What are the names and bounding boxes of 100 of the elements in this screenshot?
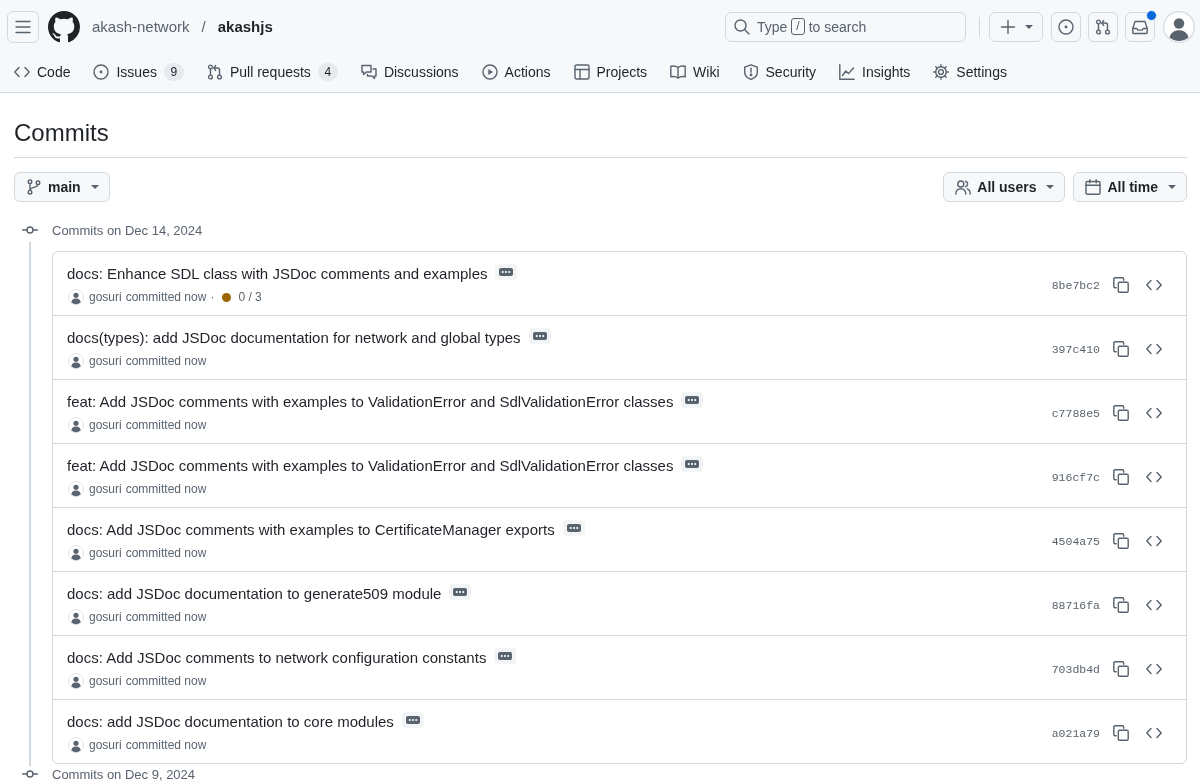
author-link[interactable]: gosuri: [89, 290, 122, 304]
time-filter-button[interactable]: All time: [1073, 172, 1187, 202]
branch-button[interactable]: main: [14, 172, 110, 202]
repo-link[interactable]: akashjs: [217, 18, 273, 35]
ellipsis-button[interactable]: [528, 328, 551, 344]
commit-title[interactable]: docs: Add JSDoc comments to network configuration constants: [67, 647, 487, 669]
code-icon: [14, 64, 30, 80]
copy-icon: [1113, 277, 1129, 293]
avatar-icon: [68, 289, 84, 305]
users-filter-button[interactable]: All users: [943, 172, 1066, 202]
caret-icon: [1046, 183, 1055, 191]
speech-bubbles-icon: [360, 64, 377, 80]
nav-tab[interactable]: Code: [6, 56, 79, 88]
avatar-icon: [68, 737, 84, 753]
issues-button[interactable]: [1051, 11, 1081, 42]
code-icon: [1146, 533, 1162, 549]
copy-icon: [1113, 341, 1129, 357]
search-hint: Type: [757, 18, 788, 35]
ellipsis-icon: [453, 585, 468, 599]
book-icon: [670, 64, 687, 80]
nav-tab[interactable]: Security: [734, 56, 825, 88]
commit-title[interactable]: docs: Add JSDoc comments with examples to CertificateManager exports: [67, 519, 555, 541]
avatar-button[interactable]: [1163, 10, 1195, 43]
ellipsis-icon: [532, 329, 547, 343]
calendar-icon: [1085, 179, 1102, 195]
nav-tab[interactable]: Issues 9: [85, 56, 192, 88]
commit-hash[interactable]: 397c410: [1051, 342, 1100, 356]
pull-request-icon: [206, 64, 223, 80]
commit-hash[interactable]: 4504a75: [1051, 534, 1100, 548]
copy-icon: [1113, 597, 1129, 613]
nav-tab[interactable]: Wiki: [662, 56, 728, 88]
code-icon: [1146, 597, 1162, 613]
inbox-button[interactable]: [1125, 11, 1155, 42]
commit-hash[interactable]: 88716fa: [1051, 598, 1100, 612]
commit-hash[interactable]: 703db4d: [1051, 662, 1100, 676]
code-icon: [1146, 341, 1162, 357]
create-button[interactable]: [989, 11, 1043, 42]
menu-icon: [15, 18, 31, 35]
ellipsis-button[interactable]: [494, 648, 517, 664]
ellipsis-icon: [685, 393, 700, 407]
ellipsis-icon: [498, 649, 513, 663]
pull-requests-button[interactable]: [1088, 11, 1118, 42]
commit-time: committed now: [125, 738, 207, 752]
avatar-icon: [68, 545, 84, 561]
inbox-icon: [1132, 18, 1148, 35]
author-link[interactable]: gosuri: [89, 546, 122, 560]
ellipsis-icon: [405, 713, 420, 727]
checks-count[interactable]: 0 / 3: [238, 290, 262, 304]
commit-time: committed now: [125, 674, 207, 688]
commit-title[interactable]: docs(types): add JSDoc documentation for network and global types: [67, 327, 521, 349]
commit-title[interactable]: docs: add JSDoc documentation to core modules: [67, 711, 394, 733]
author-link[interactable]: gosuri: [89, 482, 122, 496]
commit-title[interactable]: docs: Enhance SDL class with JSDoc comments and examples: [67, 263, 488, 285]
menu-button[interactable]: [7, 10, 39, 43]
copy-icon: [1113, 405, 1129, 421]
ellipsis-icon: [685, 457, 700, 471]
ellipsis-button[interactable]: [449, 584, 472, 600]
commit-time: committed now: [125, 354, 207, 368]
nav-tab[interactable]: Insights: [831, 56, 919, 88]
nav-tab[interactable]: Pull requests 4: [198, 56, 346, 88]
circle-dot-icon: [93, 64, 110, 80]
commit-title[interactable]: feat: Add JSDoc comments with examples to ValidationError and SdlValidationError classes: [67, 391, 674, 413]
date-heading: Commits on Dec 9, 2024: [52, 766, 196, 781]
people-icon: [955, 179, 972, 195]
commit-title[interactable]: docs: add JSDoc documentation to generate509 module: [67, 583, 442, 605]
commit-hash[interactable]: c7788e5: [1051, 406, 1100, 420]
counter: 4: [317, 63, 338, 81]
ellipsis-button[interactable]: [681, 392, 704, 408]
commit-time: committed now: [125, 610, 207, 624]
copy-icon: [1113, 533, 1129, 549]
commit-title[interactable]: feat: Add JSDoc comments with examples to ValidationError and SdlValidationError classes: [67, 455, 674, 477]
author-link[interactable]: gosuri: [89, 610, 122, 624]
shield-icon: [742, 64, 759, 80]
nav-tab[interactable]: Settings: [925, 56, 1015, 88]
ellipsis-button[interactable]: [495, 264, 518, 280]
commit-hash[interactable]: 916cf7c: [1051, 470, 1100, 484]
nav-tab[interactable]: Discussions: [352, 56, 467, 88]
avatar-icon: [68, 673, 84, 689]
owner-link[interactable]: akash-network: [92, 18, 190, 35]
author-link[interactable]: gosuri: [89, 418, 122, 432]
author-link[interactable]: gosuri: [89, 354, 122, 368]
commit-hash[interactable]: a021a79: [1051, 726, 1100, 740]
path-separator: /: [201, 18, 206, 35]
copy-icon: [1113, 469, 1129, 485]
nav-tab[interactable]: Projects: [565, 56, 656, 88]
author-link[interactable]: gosuri: [89, 738, 122, 752]
ellipsis-button[interactable]: [681, 456, 704, 472]
search-field[interactable]: Type / to search: [725, 11, 966, 42]
play-icon: [481, 64, 498, 80]
shortcut-key: /: [791, 18, 805, 35]
avatar-icon: [68, 609, 84, 625]
ellipsis-button[interactable]: [562, 520, 585, 536]
code-icon: [1146, 469, 1162, 485]
ellipsis-button[interactable]: [401, 712, 424, 728]
table-icon: [573, 64, 590, 80]
copy-icon: [1113, 661, 1129, 677]
nav-tab[interactable]: Actions: [473, 56, 559, 88]
author-link[interactable]: gosuri: [89, 674, 122, 688]
commit-hash[interactable]: 8be7bc2: [1051, 278, 1100, 292]
pull-request-icon: [1095, 18, 1111, 35]
